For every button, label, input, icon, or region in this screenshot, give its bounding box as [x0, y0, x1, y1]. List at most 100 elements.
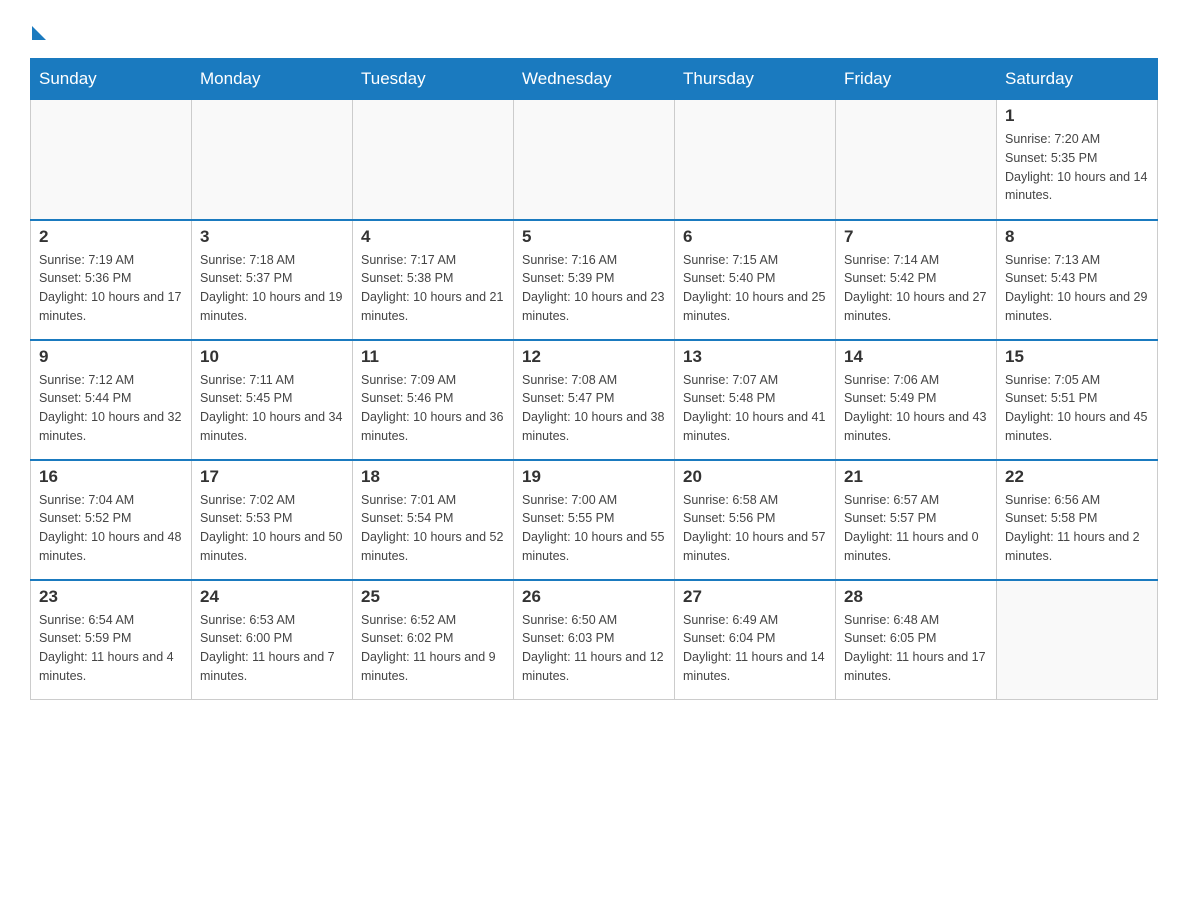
day-info: Sunrise: 6:53 AMSunset: 6:00 PMDaylight:… — [200, 611, 344, 686]
calendar-day-cell: 10 Sunrise: 7:11 AMSunset: 5:45 PMDayligh… — [192, 340, 353, 460]
calendar-day-cell: 12 Sunrise: 7:08 AMSunset: 5:47 PMDayligh… — [514, 340, 675, 460]
calendar-day-cell: 26 Sunrise: 6:50 AMSunset: 6:03 PMDayligh… — [514, 580, 675, 700]
day-info: Sunrise: 7:11 AMSunset: 5:45 PMDaylight:… — [200, 371, 344, 446]
day-info: Sunrise: 7:15 AMSunset: 5:40 PMDaylight:… — [683, 251, 827, 326]
calendar-day-cell: 19 Sunrise: 7:00 AMSunset: 5:55 PMDayligh… — [514, 460, 675, 580]
day-number: 8 — [1005, 227, 1149, 247]
day-number: 4 — [361, 227, 505, 247]
logo — [30, 20, 46, 38]
calendar-day-cell: 18 Sunrise: 7:01 AMSunset: 5:54 PMDayligh… — [353, 460, 514, 580]
calendar-day-cell — [353, 100, 514, 220]
calendar-week-row: 1 Sunrise: 7:20 AMSunset: 5:35 PMDaylight… — [31, 100, 1158, 220]
day-number: 20 — [683, 467, 827, 487]
day-number: 5 — [522, 227, 666, 247]
day-of-week-header: Monday — [192, 59, 353, 100]
day-info: Sunrise: 7:06 AMSunset: 5:49 PMDaylight:… — [844, 371, 988, 446]
day-number: 11 — [361, 347, 505, 367]
calendar-day-cell: 24 Sunrise: 6:53 AMSunset: 6:00 PMDayligh… — [192, 580, 353, 700]
calendar-day-cell: 6Sunrise: 7:15 AMSunset: 5:40 PMDaylight… — [675, 220, 836, 340]
day-info: Sunrise: 6:50 AMSunset: 6:03 PMDaylight:… — [522, 611, 666, 686]
day-number: 13 — [683, 347, 827, 367]
day-info: Sunrise: 7:14 AMSunset: 5:42 PMDaylight:… — [844, 251, 988, 326]
calendar-day-cell: 11 Sunrise: 7:09 AMSunset: 5:46 PMDayligh… — [353, 340, 514, 460]
day-of-week-header: Sunday — [31, 59, 192, 100]
day-info: Sunrise: 7:09 AMSunset: 5:46 PMDaylight:… — [361, 371, 505, 446]
calendar-day-cell: 15 Sunrise: 7:05 AMSunset: 5:51 PMDayligh… — [997, 340, 1158, 460]
day-info: Sunrise: 6:48 AMSunset: 6:05 PMDaylight:… — [844, 611, 988, 686]
day-number: 24 — [200, 587, 344, 607]
calendar-day-cell — [997, 580, 1158, 700]
day-number: 25 — [361, 587, 505, 607]
day-info: Sunrise: 6:49 AMSunset: 6:04 PMDaylight:… — [683, 611, 827, 686]
calendar-day-cell: 21 Sunrise: 6:57 AMSunset: 5:57 PMDayligh… — [836, 460, 997, 580]
calendar-day-cell: 2Sunrise: 7:19 AMSunset: 5:36 PMDaylight… — [31, 220, 192, 340]
day-info: Sunrise: 7:07 AMSunset: 5:48 PMDaylight:… — [683, 371, 827, 446]
calendar-week-row: 9 Sunrise: 7:12 AMSunset: 5:44 PMDaylight… — [31, 340, 1158, 460]
day-number: 14 — [844, 347, 988, 367]
calendar-table: SundayMondayTuesdayWednesdayThursdayFrid… — [30, 58, 1158, 700]
day-number: 10 — [200, 347, 344, 367]
logo-arrow-icon — [32, 26, 46, 40]
day-of-week-header: Thursday — [675, 59, 836, 100]
day-number: 1 — [1005, 106, 1149, 126]
calendar-day-cell: 20 Sunrise: 6:58 AMSunset: 5:56 PMDayligh… — [675, 460, 836, 580]
day-number: 9 — [39, 347, 183, 367]
day-info: Sunrise: 6:57 AMSunset: 5:57 PMDaylight:… — [844, 491, 988, 566]
calendar-day-cell: 1 Sunrise: 7:20 AMSunset: 5:35 PMDaylight… — [997, 100, 1158, 220]
day-number: 27 — [683, 587, 827, 607]
day-number: 21 — [844, 467, 988, 487]
day-info: Sunrise: 7:12 AMSunset: 5:44 PMDaylight:… — [39, 371, 183, 446]
day-info: Sunrise: 7:18 AMSunset: 5:37 PMDaylight:… — [200, 251, 344, 326]
day-number: 23 — [39, 587, 183, 607]
calendar-day-cell: 16 Sunrise: 7:04 AMSunset: 5:52 PMDayligh… — [31, 460, 192, 580]
calendar-day-cell: 28 Sunrise: 6:48 AMSunset: 6:05 PMDayligh… — [836, 580, 997, 700]
calendar-day-cell: 8 Sunrise: 7:13 AMSunset: 5:43 PMDaylight… — [997, 220, 1158, 340]
page-header — [30, 20, 1158, 38]
calendar-day-cell: 22Sunrise: 6:56 AMSunset: 5:58 PMDayligh… — [997, 460, 1158, 580]
day-of-week-header: Tuesday — [353, 59, 514, 100]
calendar-day-cell: 3 Sunrise: 7:18 AMSunset: 5:37 PMDaylight… — [192, 220, 353, 340]
day-info: Sunrise: 7:19 AMSunset: 5:36 PMDaylight:… — [39, 251, 183, 326]
day-info: Sunrise: 7:00 AMSunset: 5:55 PMDaylight:… — [522, 491, 666, 566]
calendar-day-cell: 17 Sunrise: 7:02 AMSunset: 5:53 PMDayligh… — [192, 460, 353, 580]
calendar-day-cell — [192, 100, 353, 220]
day-number: 26 — [522, 587, 666, 607]
calendar-day-cell: 13 Sunrise: 7:07 AMSunset: 5:48 PMDayligh… — [675, 340, 836, 460]
calendar-day-cell — [31, 100, 192, 220]
calendar-day-cell: 7 Sunrise: 7:14 AMSunset: 5:42 PMDaylight… — [836, 220, 997, 340]
day-info: Sunrise: 6:54 AMSunset: 5:59 PMDaylight:… — [39, 611, 183, 686]
day-number: 15 — [1005, 347, 1149, 367]
day-info: Sunrise: 7:20 AMSunset: 5:35 PMDaylight:… — [1005, 130, 1149, 205]
day-info: Sunrise: 7:02 AMSunset: 5:53 PMDaylight:… — [200, 491, 344, 566]
calendar-day-cell: 9 Sunrise: 7:12 AMSunset: 5:44 PMDaylight… — [31, 340, 192, 460]
day-number: 16 — [39, 467, 183, 487]
day-info: Sunrise: 6:52 AMSunset: 6:02 PMDaylight:… — [361, 611, 505, 686]
day-info: Sunrise: 7:05 AMSunset: 5:51 PMDaylight:… — [1005, 371, 1149, 446]
calendar-day-cell — [836, 100, 997, 220]
calendar-day-cell — [675, 100, 836, 220]
day-info: Sunrise: 7:17 AMSunset: 5:38 PMDaylight:… — [361, 251, 505, 326]
calendar-week-row: 16 Sunrise: 7:04 AMSunset: 5:52 PMDayligh… — [31, 460, 1158, 580]
day-info: Sunrise: 7:13 AMSunset: 5:43 PMDaylight:… — [1005, 251, 1149, 326]
day-number: 3 — [200, 227, 344, 247]
calendar-week-row: 23 Sunrise: 6:54 AMSunset: 5:59 PMDayligh… — [31, 580, 1158, 700]
day-number: 18 — [361, 467, 505, 487]
calendar-header-row: SundayMondayTuesdayWednesdayThursdayFrid… — [31, 59, 1158, 100]
day-of-week-header: Saturday — [997, 59, 1158, 100]
day-number: 28 — [844, 587, 988, 607]
day-number: 7 — [844, 227, 988, 247]
day-info: Sunrise: 7:01 AMSunset: 5:54 PMDaylight:… — [361, 491, 505, 566]
day-number: 17 — [200, 467, 344, 487]
calendar-week-row: 2Sunrise: 7:19 AMSunset: 5:36 PMDaylight… — [31, 220, 1158, 340]
day-of-week-header: Wednesday — [514, 59, 675, 100]
day-info: Sunrise: 7:16 AMSunset: 5:39 PMDaylight:… — [522, 251, 666, 326]
day-info: Sunrise: 6:58 AMSunset: 5:56 PMDaylight:… — [683, 491, 827, 566]
calendar-day-cell: 25 Sunrise: 6:52 AMSunset: 6:02 PMDayligh… — [353, 580, 514, 700]
day-info: Sunrise: 7:04 AMSunset: 5:52 PMDaylight:… — [39, 491, 183, 566]
day-number: 12 — [522, 347, 666, 367]
calendar-day-cell: 27 Sunrise: 6:49 AMSunset: 6:04 PMDayligh… — [675, 580, 836, 700]
day-info: Sunrise: 7:08 AMSunset: 5:47 PMDaylight:… — [522, 371, 666, 446]
calendar-day-cell: 5 Sunrise: 7:16 AMSunset: 5:39 PMDaylight… — [514, 220, 675, 340]
day-info: Sunrise: 6:56 AMSunset: 5:58 PMDaylight:… — [1005, 491, 1149, 566]
day-number: 19 — [522, 467, 666, 487]
